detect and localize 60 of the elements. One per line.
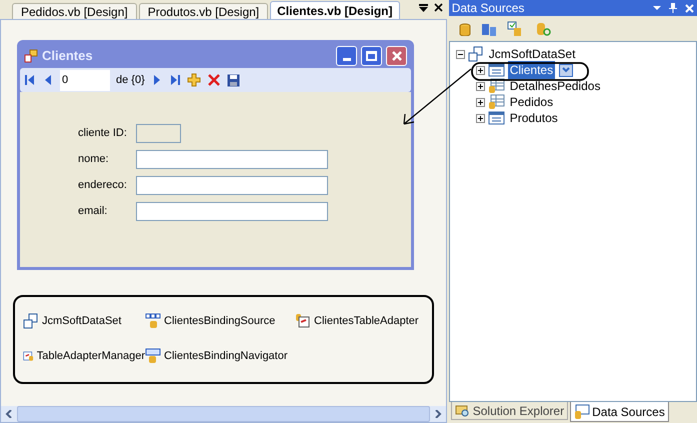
annotation-arrow (402, 68, 472, 126)
expand-toggle[interactable] (476, 114, 485, 122)
field-label: nome: (78, 152, 110, 168)
text-field[interactable] (136, 150, 328, 169)
form-icon (24, 48, 38, 62)
component-label[interactable]: ClientesBindingSource (164, 313, 276, 330)
panel-tab[interactable]: Data Sources (570, 402, 669, 422)
collapse-toggle[interactable] (456, 50, 465, 58)
dropdown-icon[interactable] (418, 4, 428, 12)
record-count: de {0} (116, 72, 145, 88)
expand-toggle[interactable] (476, 66, 485, 74)
folder-search-icon (454, 403, 471, 418)
expand-toggle[interactable] (476, 82, 485, 90)
add-icon[interactable] (186, 73, 201, 87)
grid-icon (488, 78, 505, 94)
data-sources-icon (574, 404, 590, 419)
minimize-button[interactable] (336, 46, 357, 66)
tree-item[interactable]: JcmSoftDataSet (488, 45, 576, 63)
text-field[interactable] (136, 124, 181, 143)
close-icon[interactable] (434, 3, 443, 12)
delete-icon[interactable] (206, 73, 221, 87)
form-title: Clientes (42, 46, 94, 65)
text-field[interactable] (136, 202, 328, 221)
dropdown-button[interactable] (559, 64, 574, 76)
component-icon (23, 313, 39, 330)
pin-icon[interactable] (669, 3, 677, 13)
panel-title: Data Sources (452, 0, 526, 17)
tree-item[interactable]: DetalhesPedidos (508, 77, 602, 95)
first-record-icon[interactable] (24, 74, 36, 86)
field-label: endereco: (78, 178, 128, 194)
tree-item[interactable]: Pedidos (508, 93, 556, 111)
field-label: email: (78, 204, 108, 220)
caret-icon (562, 67, 570, 73)
horizontal-scrollbar[interactable] (1, 406, 446, 422)
expand-toggle[interactable] (476, 98, 485, 106)
last-record-icon[interactable] (168, 74, 181, 86)
field-label: cliente ID: (78, 126, 128, 142)
component-label[interactable]: ClientesBindingNavigator (164, 348, 288, 364)
text-field[interactable] (136, 176, 328, 195)
close-button[interactable] (386, 46, 407, 66)
component-icon (145, 348, 161, 364)
component-icon (145, 313, 161, 330)
dataset-icon (468, 46, 484, 62)
component-label[interactable]: TableAdapterManager (36, 348, 145, 364)
database-icon[interactable] (456, 22, 471, 36)
tree-item[interactable]: Produtos (508, 109, 560, 127)
maximize-button[interactable] (361, 46, 382, 66)
close-icon (390, 50, 402, 62)
position-field[interactable]: 0 (60, 70, 110, 90)
component-label[interactable]: ClientesTableAdapter (314, 313, 419, 330)
component-icon (295, 313, 311, 330)
details-icon (488, 62, 505, 78)
grid-icon (488, 94, 505, 110)
details-icon (488, 110, 505, 126)
panel-tab[interactable]: Solution Explorer (450, 402, 568, 420)
document-tab[interactable]: Produtos.vb [Design] (138, 3, 268, 19)
component-label[interactable]: JcmSoftDataSet (42, 313, 122, 330)
document-tab[interactable]: Clientes.vb [Design] (270, 1, 400, 19)
document-tab[interactable]: Pedidos.vb [Design] (12, 3, 137, 19)
save-icon[interactable] (226, 74, 240, 86)
